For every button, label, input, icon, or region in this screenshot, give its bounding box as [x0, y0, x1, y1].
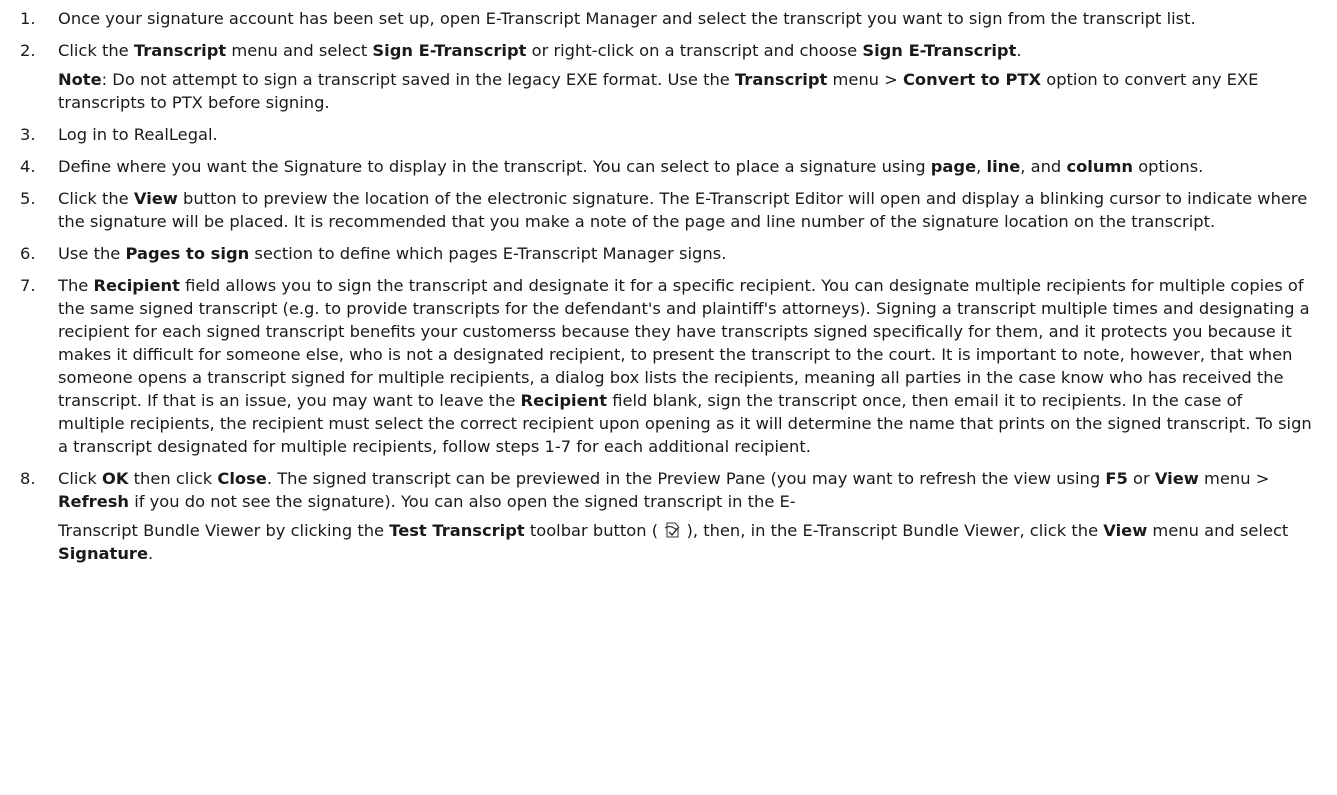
step-number: 2. — [20, 41, 36, 60]
step-text: Define where you want the Signature to d… — [58, 155, 1313, 178]
text-run: if you do not see the signature). You ca… — [129, 492, 796, 511]
steps-list: 1. Once your signature account has been s… — [0, 7, 1337, 565]
ui-term: column — [1066, 157, 1134, 176]
ui-term: Convert to PTX — [902, 70, 1042, 89]
text-run: Transcript Bundle Viewer by clicking the — [58, 521, 390, 540]
ui-term: View — [1103, 521, 1148, 540]
text-run: , and — [1020, 157, 1067, 176]
text-run: Once your signature account has been set… — [58, 9, 1196, 28]
step-item: 7. The Recipient field allows you to sign… — [0, 274, 1337, 458]
step-item: 1. Once your signature account has been s… — [0, 7, 1337, 30]
ui-term: Transcript — [734, 70, 828, 89]
text-run: Click — [58, 469, 102, 488]
text-run: Log in to RealLegal. — [58, 125, 218, 144]
step-text: Log in to RealLegal. — [58, 123, 1313, 146]
step-item: 3. Log in to RealLegal. — [0, 123, 1337, 146]
step-number: 1. — [20, 9, 36, 28]
ui-term: Pages to sign — [125, 244, 250, 263]
step-number: 8. — [20, 469, 36, 488]
step-number: 7. — [20, 276, 36, 295]
text-run: or right-click on a transcript and choos… — [526, 41, 863, 60]
step-number: 5. — [20, 189, 36, 208]
text-run: toolbar button ( — [524, 521, 659, 540]
step-text: Click the Transcript menu and select Sig… — [58, 39, 1313, 62]
step-text: Use the Pages to sign section to define … — [58, 242, 1313, 265]
text-run: menu > — [827, 70, 903, 89]
step-note: Note: Do not attempt to sign a transcrip… — [58, 68, 1313, 114]
ui-term: Recipient — [520, 391, 608, 410]
ui-term: page — [930, 157, 977, 176]
step-number: 4. — [20, 157, 36, 176]
text-run: menu > — [1198, 469, 1270, 488]
step-number: 3. — [20, 125, 36, 144]
text-run: button to preview the location of the el… — [58, 189, 1308, 231]
text-run: field allows you to sign the transcript … — [58, 276, 1310, 410]
ui-term: F5 — [1105, 469, 1128, 488]
ui-term: Transcript — [133, 41, 227, 60]
step-text: Click the View button to preview the loc… — [58, 187, 1313, 233]
text-run: , — [976, 157, 987, 176]
ui-term: Close — [217, 469, 267, 488]
text-run: ), then, in the E-Transcript Bundle View… — [686, 521, 1104, 540]
step-text-continued: Transcript Bundle Viewer by clicking the… — [58, 519, 1313, 565]
ui-term: View — [1154, 469, 1199, 488]
text-run: options. — [1133, 157, 1204, 176]
ui-term: View — [133, 189, 178, 208]
step-text: Click OK then click Close. The signed tr… — [58, 467, 1313, 513]
text-run: Use the — [58, 244, 126, 263]
step-item: 8. Click OK then click Close. The signed … — [0, 467, 1337, 565]
ui-term: Test Transcript — [389, 521, 525, 540]
ui-term: Note — [58, 70, 102, 89]
ui-term: Refresh — [58, 492, 130, 511]
ui-term: OK — [101, 469, 129, 488]
text-run: menu and select — [1147, 521, 1289, 540]
text-run: section to define which pages E-Transcri… — [249, 244, 727, 263]
step-item: 6. Use the Pages to sign section to defin… — [0, 242, 1337, 265]
test-transcript-icon — [663, 521, 681, 539]
step-item: 5. Click the View button to preview the l… — [0, 187, 1337, 233]
text-run: : Do not attempt to sign a transcript sa… — [101, 70, 735, 89]
step-number: 6. — [20, 244, 36, 263]
text-run: or — [1127, 469, 1155, 488]
ui-term: line — [986, 157, 1021, 176]
step-text: Once your signature account has been set… — [58, 7, 1313, 30]
ui-term: Sign E-Transcript — [372, 41, 527, 60]
step-item: 4. Define where you want the Signature to… — [0, 155, 1337, 178]
ui-term: Signature — [58, 544, 148, 563]
text-run: The — [58, 276, 94, 295]
text-run: Click the — [58, 41, 134, 60]
text-run: menu and select — [226, 41, 373, 60]
step-text: The Recipient field allows you to sign t… — [58, 274, 1313, 458]
ui-term: Sign E-Transcript — [862, 41, 1017, 60]
text-run: . The signed transcript can be previewed… — [266, 469, 1106, 488]
text-run: . — [147, 544, 154, 563]
step-item: 2. Click the Transcript menu and select S… — [0, 39, 1337, 114]
ui-term: Recipient — [93, 276, 180, 295]
text-run: . — [1016, 41, 1022, 60]
text-run: then click — [128, 469, 218, 488]
instruction-document: 1. Once your signature account has been s… — [0, 0, 1337, 795]
text-run: Define where you want the Signature to d… — [58, 157, 931, 176]
text-run: Click the — [58, 189, 134, 208]
